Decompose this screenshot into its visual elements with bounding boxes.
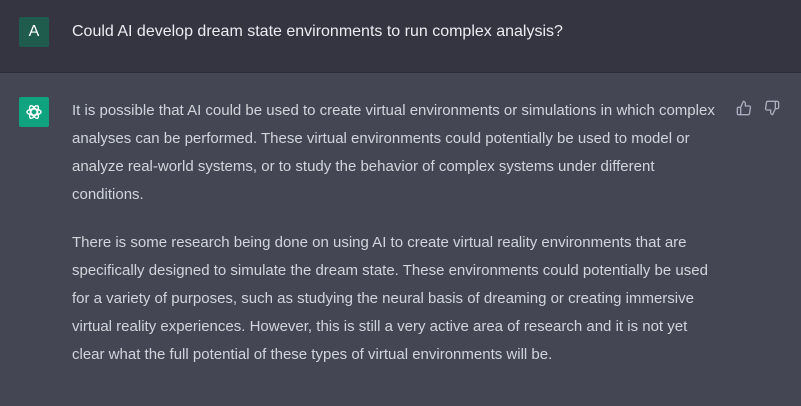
assistant-message-row: It is possible that AI could be used to …: [0, 73, 801, 406]
user-message-text: Could AI develop dream state environment…: [72, 23, 563, 40]
assistant-message-text: It is possible that AI could be used to …: [72, 97, 720, 389]
answer-paragraph-1: It is possible that AI could be used to …: [72, 102, 715, 203]
thumbs-up-icon[interactable]: [735, 99, 753, 117]
user-message-row: A Could AI develop dream state environme…: [0, 0, 801, 73]
user-avatar: A: [19, 17, 49, 47]
openai-logo-icon: [19, 97, 49, 127]
thumbs-down-icon[interactable]: [763, 99, 781, 117]
answer-paragraph-2: There is some research being done on usi…: [72, 234, 708, 363]
